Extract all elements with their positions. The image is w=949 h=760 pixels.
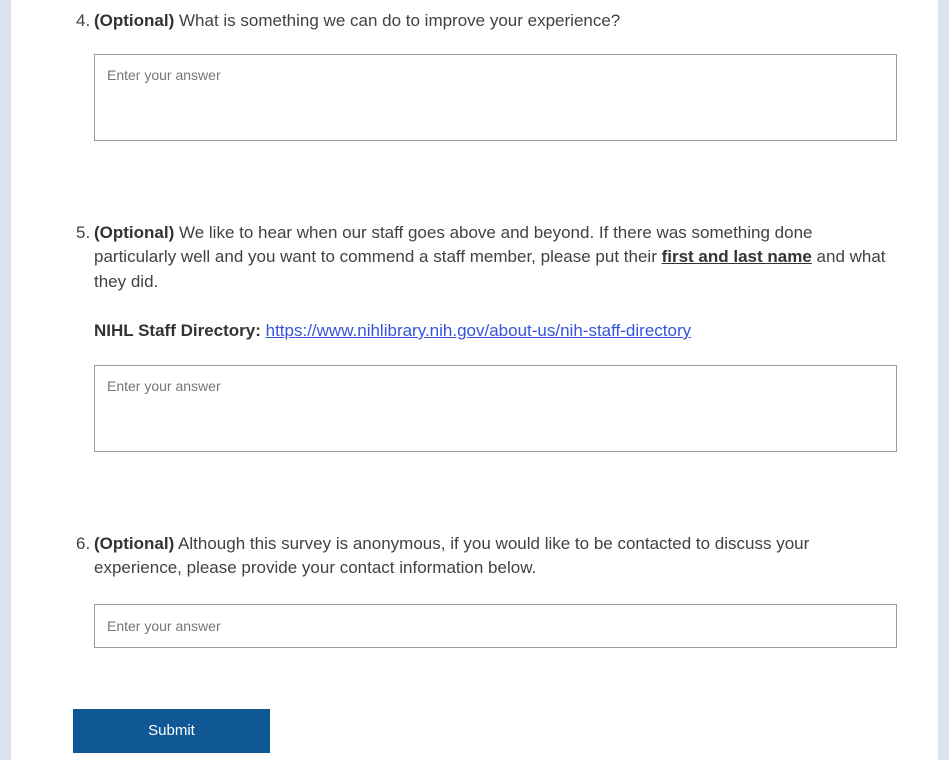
question-5: 5. (Optional) We like to hear when our s… <box>76 221 897 452</box>
staff-directory-link[interactable]: https://www.nihlibrary.nih.gov/about-us/… <box>266 321 692 340</box>
staff-directory-line: NIHL Staff Directory: https://www.nihlib… <box>94 319 897 344</box>
question-number: 4. <box>76 11 91 30</box>
question-4: 4. (Optional) What is something we can d… <box>76 9 897 141</box>
survey-form-card: 4. (Optional) What is something we can d… <box>11 0 938 760</box>
question-5-text: (Optional) We like to hear when our staf… <box>94 221 897 295</box>
question-number: 5. <box>76 222 91 242</box>
optional-label: (Optional) <box>94 11 175 30</box>
question-4-text: (Optional) What is something we can do t… <box>94 9 897 34</box>
question-6-text: (Optional) Although this survey is anony… <box>94 532 897 581</box>
staff-directory-label: NIHL Staff Directory: <box>94 321 266 340</box>
optional-label: (Optional) <box>94 533 175 553</box>
optional-label: (Optional) <box>94 222 175 242</box>
answer-textarea-q4[interactable] <box>94 53 897 141</box>
answer-input-q6[interactable] <box>94 603 897 648</box>
question-6-text-body: Although this survey is anonymous, if yo… <box>94 533 810 578</box>
question-5-emphasis: first and last name <box>661 247 812 266</box>
submit-button[interactable]: Submit <box>73 708 270 753</box>
question-number: 6. <box>76 533 91 553</box>
question-6: 6. (Optional) Although this survey is an… <box>76 532 897 648</box>
question-4-text-body: What is something we can do to improve y… <box>174 11 621 30</box>
answer-textarea-q5[interactable] <box>94 364 897 452</box>
